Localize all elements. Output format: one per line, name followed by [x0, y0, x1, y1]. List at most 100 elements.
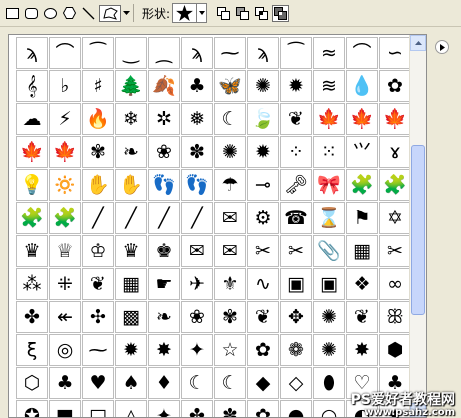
- shape-swatch[interactable]: ⬡: [16, 367, 48, 399]
- shape-swatch[interactable]: ✽: [181, 136, 213, 168]
- shape-swatch[interactable]: ♣: [49, 367, 81, 399]
- shape-swatch[interactable]: ⬢: [379, 334, 411, 366]
- shape-swatch[interactable]: ❄: [115, 103, 147, 135]
- shape-swatch[interactable]: ✉: [181, 235, 213, 267]
- shape-swatch[interactable]: ✹: [115, 334, 147, 366]
- shape-swatch[interactable]: ❧: [115, 136, 147, 168]
- shape-swatch[interactable]: ⺍: [346, 136, 378, 168]
- shape-swatch[interactable]: ☾: [214, 103, 246, 135]
- subtract-from-shape-area-button[interactable]: [234, 5, 251, 22]
- shape-swatch[interactable]: ☛: [148, 268, 180, 300]
- shape-swatch[interactable]: ▣: [313, 268, 345, 300]
- shape-swatch[interactable]: ✡: [379, 202, 411, 234]
- shape-swatch[interactable]: ✤: [181, 400, 213, 417]
- shape-swatch[interactable]: ⁙: [313, 136, 345, 168]
- shape-swatch[interactable]: ⁀: [280, 37, 312, 69]
- rounded-rectangle-tool-button[interactable]: [23, 5, 40, 22]
- shape-swatch[interactable]: 𝄞: [16, 70, 48, 102]
- shape-swatch[interactable]: ✹: [280, 70, 312, 102]
- shape-swatch[interactable]: 🧩: [346, 169, 378, 201]
- shape-swatch[interactable]: ꕥ: [379, 301, 411, 333]
- shape-picker[interactable]: [172, 3, 198, 23]
- shape-swatch[interactable]: ✺: [214, 136, 246, 168]
- shape-swatch[interactable]: ❦: [247, 301, 279, 333]
- ellipse-tool-button[interactable]: [42, 5, 59, 22]
- shape-swatch[interactable]: ☂: [214, 169, 246, 201]
- exclude-overlapping-shape-areas-button[interactable]: [272, 4, 290, 22]
- shape-swatch[interactable]: ⚙: [247, 202, 279, 234]
- shape-swatch[interactable]: ♥: [82, 367, 114, 399]
- shape-swatch[interactable]: ✪: [16, 400, 48, 417]
- shape-swatch[interactable]: 🍁: [379, 103, 411, 135]
- shape-swatch[interactable]: ✽: [214, 400, 246, 417]
- shape-swatch[interactable]: ✉: [214, 202, 246, 234]
- shape-swatch[interactable]: ♛: [16, 235, 48, 267]
- shape-swatch[interactable]: ✋: [82, 169, 114, 201]
- shape-swatch[interactable]: ✿: [247, 400, 279, 417]
- shape-swatch[interactable]: ξ: [16, 334, 48, 366]
- shape-swatch[interactable]: ⬮: [313, 367, 345, 399]
- shape-swatch[interactable]: ✾: [82, 136, 114, 168]
- shape-swatch[interactable]: 🧩: [16, 202, 48, 234]
- shape-swatch[interactable]: ☆: [214, 334, 246, 366]
- shape-swatch[interactable]: ❀: [148, 136, 180, 168]
- shape-swatch[interactable]: ❧: [148, 301, 180, 333]
- shape-swatch[interactable]: ✺: [313, 301, 345, 333]
- shape-swatch[interactable]: 🍃: [247, 103, 279, 135]
- shape-swatch[interactable]: ☎: [280, 202, 312, 234]
- shape-swatch[interactable]: ✂: [280, 235, 312, 267]
- shape-swatch[interactable]: ♣: [181, 70, 213, 102]
- shape-swatch[interactable]: ✣: [82, 301, 114, 333]
- shape-swatch[interactable]: ♯: [82, 70, 114, 102]
- shape-swatch[interactable]: 👣: [181, 169, 213, 201]
- shape-swatch[interactable]: ⁜: [49, 268, 81, 300]
- shape-swatch[interactable]: 🍁: [16, 136, 48, 168]
- shape-swatch[interactable]: 🍁: [346, 103, 378, 135]
- shape-swatch[interactable]: ✹: [247, 136, 279, 168]
- shape-swatch[interactable]: ⁓: [82, 334, 114, 366]
- shape-swatch[interactable]: ≈: [313, 37, 345, 69]
- shape-swatch[interactable]: ɤ: [379, 136, 411, 168]
- shape-swatch[interactable]: ❦: [280, 103, 312, 135]
- shape-swatch[interactable]: ⊸: [247, 169, 279, 201]
- shape-swatch[interactable]: ✦: [148, 400, 180, 417]
- vertical-scrollbar[interactable]: [409, 35, 426, 417]
- shape-swatch[interactable]: ∞: [379, 268, 411, 300]
- shape-swatch[interactable]: ╱: [82, 202, 114, 234]
- shape-swatch[interactable]: 🍁: [313, 103, 345, 135]
- shape-swatch[interactable]: ♕: [49, 235, 81, 267]
- shape-swatch[interactable]: ⁓: [214, 37, 246, 69]
- scroll-thumb[interactable]: [411, 145, 425, 315]
- polygon-tool-button[interactable]: [61, 5, 78, 22]
- shape-swatch[interactable]: ✺: [313, 334, 345, 366]
- shape-swatch[interactable]: ◎: [49, 334, 81, 366]
- intersect-shape-areas-button[interactable]: [253, 5, 270, 22]
- shape-swatch[interactable]: 🦋: [214, 70, 246, 102]
- shape-swatch[interactable]: ╱: [115, 202, 147, 234]
- shape-swatch[interactable]: ⁘: [280, 136, 312, 168]
- shape-swatch[interactable]: ‿: [115, 37, 147, 69]
- shape-swatch[interactable]: 🌲: [115, 70, 147, 102]
- shape-swatch[interactable]: ⌒: [49, 37, 81, 69]
- shape-swatch[interactable]: ↞: [49, 301, 81, 333]
- shape-swatch[interactable]: ✤: [16, 301, 48, 333]
- shape-swatch[interactable]: ❅: [181, 103, 213, 135]
- shape-swatch[interactable]: ϡ: [16, 37, 48, 69]
- shape-swatch[interactable]: ≋: [313, 70, 345, 102]
- shape-swatch[interactable]: ✲: [148, 103, 180, 135]
- shape-swatch[interactable]: ●: [280, 400, 312, 417]
- add-to-shape-area-button[interactable]: [215, 5, 232, 22]
- shape-swatch[interactable]: 💧: [346, 70, 378, 102]
- tool-dropdown-arrow[interactable]: [123, 5, 130, 22]
- shape-swatch[interactable]: ◇: [280, 367, 312, 399]
- shape-swatch[interactable]: □: [82, 400, 114, 417]
- shape-swatch[interactable]: ✋: [115, 169, 147, 201]
- shape-swatch[interactable]: ✸: [346, 334, 378, 366]
- shape-swatch[interactable]: ✿: [379, 70, 411, 102]
- shape-swatch[interactable]: ✂: [247, 235, 279, 267]
- shape-swatch[interactable]: ⚑: [346, 202, 378, 234]
- shape-swatch[interactable]: 📎: [313, 235, 345, 267]
- shape-swatch[interactable]: ▦: [346, 235, 378, 267]
- shape-swatch[interactable]: ♔: [82, 235, 114, 267]
- shape-swatch[interactable]: 🗝: [280, 169, 312, 201]
